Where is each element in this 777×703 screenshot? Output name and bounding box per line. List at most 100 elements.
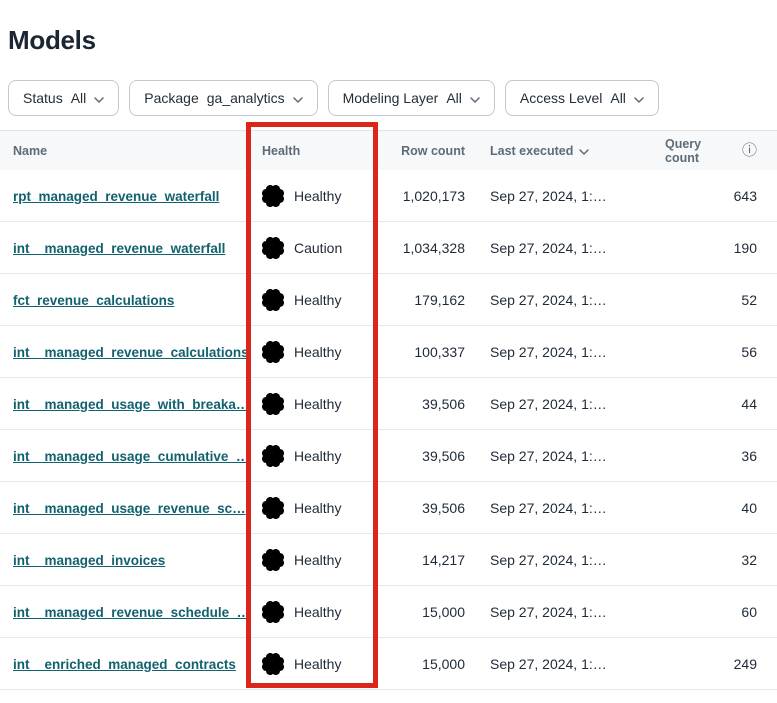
row-count-value: 179,162 — [380, 292, 465, 308]
query-count-value: 52 — [665, 292, 757, 308]
health-status-label: Healthy — [294, 552, 341, 568]
last-executed-value: Sep 27, 2024, 1:… — [465, 240, 665, 256]
query-count-value: 60 — [665, 604, 757, 620]
health-status-icon — [262, 393, 284, 415]
table-row: int__managed_usage_with_breaka… Healthy … — [0, 378, 777, 430]
sort-chevron-down-icon — [579, 144, 589, 158]
model-name-link[interactable]: int__managed_revenue_schedule_… — [13, 605, 250, 620]
table-row: int__managed_revenue_calculations Health… — [0, 326, 777, 378]
health-status-icon — [262, 445, 284, 467]
table-row: int__managed_invoices Healthy 14,217 Sep… — [0, 534, 777, 586]
column-header-query-count-label: Query count — [665, 137, 737, 165]
query-count-value: 249 — [665, 656, 757, 672]
models-table: Name Health Row count Last executed Quer… — [0, 130, 777, 690]
last-executed-value: Sep 27, 2024, 1:… — [465, 448, 665, 464]
column-header-name: Name — [13, 144, 262, 158]
last-executed-value: Sep 27, 2024, 1:… — [465, 188, 665, 204]
health-cell: Healthy — [262, 653, 380, 675]
row-count-value: 15,000 — [380, 656, 465, 672]
package-filter-label: Package — [144, 90, 198, 106]
column-header-last-executed[interactable]: Last executed — [465, 144, 665, 158]
health-status-label: Healthy — [294, 188, 341, 204]
chevron-down-icon — [94, 90, 104, 106]
health-cell: Caution — [262, 237, 380, 259]
row-count-value: 1,034,328 — [380, 240, 465, 256]
health-status-label: Healthy — [294, 656, 341, 672]
health-cell: Healthy — [262, 393, 380, 415]
info-icon[interactable]: ⓘ — [742, 143, 757, 158]
query-count-value: 56 — [665, 344, 757, 360]
row-count-value: 15,000 — [380, 604, 465, 620]
column-header-last-executed-label: Last executed — [490, 144, 573, 158]
row-count-value: 1,020,173 — [380, 188, 465, 204]
modeling-layer-filter[interactable]: Modeling Layer All — [328, 80, 495, 116]
health-cell: Healthy — [262, 497, 380, 519]
modeling-layer-filter-label: Modeling Layer — [343, 90, 439, 106]
table-row: int__managed_revenue_schedule_… Healthy … — [0, 586, 777, 638]
health-status-label: Caution — [294, 240, 342, 256]
table-row: int__managed_usage_revenue_sc… Healthy 3… — [0, 482, 777, 534]
model-name-link[interactable]: int__enriched_managed_contracts — [13, 657, 236, 672]
health-cell: Healthy — [262, 445, 380, 467]
table-row: fct_revenue_calculations Healthy 179,162… — [0, 274, 777, 326]
model-name-link[interactable]: int__managed_revenue_waterfall — [13, 241, 225, 256]
table-header-row: Name Health Row count Last executed Quer… — [0, 130, 777, 170]
model-name-link[interactable]: rpt_managed_revenue_waterfall — [13, 189, 219, 204]
chevron-down-icon — [293, 90, 303, 106]
last-executed-value: Sep 27, 2024, 1:… — [465, 604, 665, 620]
chevron-down-icon — [634, 90, 644, 106]
filter-bar: Status All Package ga_analytics Modeling… — [8, 80, 659, 116]
health-status-label: Healthy — [294, 344, 341, 360]
model-name-link[interactable]: int__managed_revenue_calculations — [13, 345, 249, 360]
last-executed-value: Sep 27, 2024, 1:… — [465, 656, 665, 672]
health-status-icon — [262, 497, 284, 519]
query-count-value: 40 — [665, 500, 757, 516]
health-status-icon — [262, 289, 284, 311]
column-header-row-count: Row count — [380, 144, 465, 158]
health-status-label: Healthy — [294, 396, 341, 412]
last-executed-value: Sep 27, 2024, 1:… — [465, 344, 665, 360]
column-header-health: Health — [262, 144, 380, 158]
health-status-label: Healthy — [294, 604, 341, 620]
row-count-value: 39,506 — [380, 500, 465, 516]
status-filter[interactable]: Status All — [8, 80, 119, 116]
health-status-icon — [262, 549, 284, 571]
query-count-value: 36 — [665, 448, 757, 464]
model-name-link[interactable]: int__managed_invoices — [13, 553, 165, 568]
table-row: rpt_managed_revenue_waterfall Healthy 1,… — [0, 170, 777, 222]
model-name-link[interactable]: int__managed_usage_revenue_sc… — [13, 501, 246, 516]
table-row: int__managed_usage_cumulative_… Healthy … — [0, 430, 777, 482]
row-count-value: 100,337 — [380, 344, 465, 360]
status-filter-label: Status — [23, 90, 63, 106]
health-status-icon — [262, 341, 284, 363]
model-name-link[interactable]: int__managed_usage_with_breaka… — [13, 397, 249, 412]
last-executed-value: Sep 27, 2024, 1:… — [465, 292, 665, 308]
table-row: int__enriched_managed_contracts Healthy … — [0, 638, 777, 690]
access-level-filter[interactable]: Access Level All — [505, 80, 659, 116]
page-title: Models — [8, 25, 96, 56]
status-filter-value: All — [71, 90, 87, 106]
health-status-icon — [262, 185, 284, 207]
model-name-link[interactable]: fct_revenue_calculations — [13, 293, 174, 308]
health-status-label: Healthy — [294, 500, 341, 516]
query-count-value: 643 — [665, 188, 757, 204]
query-count-value: 44 — [665, 396, 757, 412]
package-filter-value: ga_analytics — [207, 90, 285, 106]
health-cell: Healthy — [262, 601, 380, 623]
modeling-layer-filter-value: All — [446, 90, 462, 106]
query-count-value: 32 — [665, 552, 757, 568]
health-status-label: Healthy — [294, 292, 341, 308]
table-row: int__managed_revenue_waterfall Caution 1… — [0, 222, 777, 274]
health-cell: Healthy — [262, 549, 380, 571]
row-count-value: 39,506 — [380, 396, 465, 412]
column-header-query-count: Query count ⓘ — [665, 137, 757, 165]
health-status-label: Healthy — [294, 448, 341, 464]
access-level-filter-label: Access Level — [520, 90, 602, 106]
package-filter[interactable]: Package ga_analytics — [129, 80, 317, 116]
health-cell: Healthy — [262, 185, 380, 207]
table-body: rpt_managed_revenue_waterfall Healthy 1,… — [0, 170, 777, 690]
health-cell: Healthy — [262, 289, 380, 311]
query-count-value: 190 — [665, 240, 757, 256]
health-status-icon — [262, 237, 284, 259]
model-name-link[interactable]: int__managed_usage_cumulative_… — [13, 449, 249, 464]
